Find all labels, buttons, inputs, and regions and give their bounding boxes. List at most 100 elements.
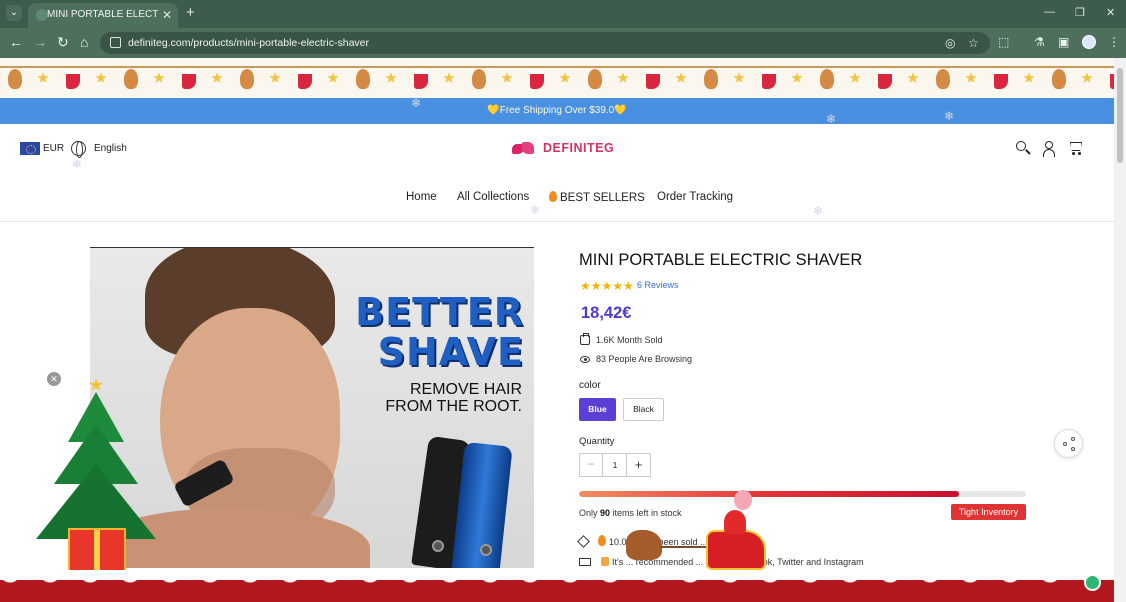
christmas-tree-decoration	[26, 378, 166, 578]
flask-icon[interactable]: ⚗	[1034, 35, 1045, 49]
snowflake-icon: ❄	[813, 204, 824, 218]
star-ornament-icon	[153, 72, 165, 83]
cookie-ornament-icon	[240, 69, 254, 89]
star-ornament-icon	[791, 72, 803, 83]
image-tagline-line1: REMOVE HAIR	[409, 381, 522, 398]
star-ornament-icon	[385, 72, 397, 83]
quantity-increase-button[interactable]: +	[626, 454, 650, 476]
fire-icon	[549, 191, 557, 202]
thumbs-up-icon	[601, 557, 609, 566]
eu-flag-icon[interactable]	[20, 142, 40, 155]
nav-best-sellers[interactable]: BEST SELLERS	[549, 191, 645, 204]
cookie-ornament-icon	[704, 69, 718, 89]
bottom-festive-border	[0, 572, 1114, 602]
back-icon[interactable]: ←	[9, 34, 23, 50]
window-close-icon[interactable]: ✕	[1106, 6, 1115, 19]
fire-icon	[598, 535, 606, 546]
language-selector[interactable]: English	[94, 143, 127, 154]
quantity-label: Quantity	[579, 436, 615, 447]
image-headline-line1: BETTER	[355, 290, 524, 334]
cookie-ornament-icon	[588, 69, 602, 89]
image-tagline-line2: FROM THE ROOT.	[385, 398, 522, 415]
star-ornament-icon	[733, 72, 745, 83]
menu-kebab-icon[interactable]: ⋮	[1108, 35, 1120, 49]
cart-icon[interactable]	[1068, 140, 1084, 156]
new-tab-button[interactable]: +	[186, 4, 195, 21]
month-sold-text: 1.6K Month Sold	[596, 335, 663, 345]
quantity-decrease-button[interactable]: −	[580, 454, 603, 476]
rating-stars-icon: ★★★★★	[580, 279, 634, 293]
scrollbar-thumb[interactable]	[1117, 68, 1123, 163]
profile-avatar[interactable]	[1082, 35, 1096, 49]
currency-selector[interactable]: EUR	[43, 143, 64, 154]
star-ornament-icon	[327, 72, 339, 83]
tab-close-icon[interactable]: ✕	[162, 8, 172, 22]
color-option-blue[interactable]: Blue	[579, 398, 616, 421]
quantity-input[interactable]: 1	[603, 454, 627, 476]
star-ornament-icon	[965, 72, 977, 83]
home-icon[interactable]: ⌂	[80, 34, 88, 50]
image-headline: BETTER SHAVE	[355, 292, 524, 372]
snowflake-icon: ❄	[72, 157, 83, 171]
star-ornament-icon	[269, 72, 281, 83]
sock-ornament-icon	[646, 69, 660, 89]
cookie-ornament-icon	[124, 69, 138, 89]
reviews-link[interactable]: 6 Reviews	[637, 280, 679, 290]
eye-off-icon[interactable]: ◎	[945, 36, 955, 50]
nav-order-tracking[interactable]: Order Tracking	[657, 191, 733, 203]
sock-ornament-icon	[182, 69, 196, 89]
color-option-label: color	[579, 380, 601, 391]
browser-toolbar: ← → ↻ ⌂ definiteg.com/products/mini-port…	[0, 28, 1126, 58]
reload-icon[interactable]: ↻	[57, 34, 69, 51]
brand-logo-icon[interactable]	[512, 142, 536, 155]
eye-icon	[580, 356, 590, 363]
page-scrollbar[interactable]	[1114, 58, 1126, 602]
christmas-garland	[0, 58, 1126, 98]
star-ornament-icon	[849, 72, 861, 83]
tight-inventory-badge: Tight Inventory	[951, 504, 1026, 520]
color-option-black[interactable]: Black	[623, 398, 664, 421]
nav-best-sellers-label: BEST SELLERS	[560, 192, 645, 204]
minimize-icon[interactable]: —	[1044, 6, 1055, 18]
brand-logo[interactable]: DEFINITEG	[543, 141, 614, 155]
cookie-ornament-icon	[472, 69, 486, 89]
image-headline-line2: SHAVE	[377, 330, 524, 374]
close-decoration-icon[interactable]: ✕	[47, 372, 61, 386]
snowflake-icon: ❄	[530, 203, 541, 217]
star-ornament-icon	[1023, 72, 1035, 83]
tab-title: MINI PORTABLE ELECTRIC SHAVER	[47, 9, 159, 20]
announcement-text: 💛Free Shipping Over $39.0💛	[487, 105, 627, 116]
star-ornament-icon	[211, 72, 223, 83]
tab-search-chevron-icon[interactable]: ⌄	[6, 5, 22, 21]
globe-icon[interactable]	[71, 140, 86, 158]
cookie-ornament-icon	[1052, 69, 1066, 89]
cookie-ornament-icon	[820, 69, 834, 89]
address-bar[interactable]: definiteg.com/products/mini-portable-ele…	[100, 32, 990, 54]
cookie-ornament-icon	[936, 69, 950, 89]
quantity-stepper: − 1 +	[579, 453, 651, 477]
cookie-ornament-icon	[8, 69, 22, 89]
star-ornament-icon	[559, 72, 571, 83]
search-icon[interactable]	[1015, 140, 1031, 156]
bookmark-star-icon[interactable]: ☆	[968, 36, 979, 50]
site-info-icon[interactable]	[110, 37, 121, 48]
snowflake-icon: ❄	[826, 112, 837, 126]
extensions-icon[interactable]: ⬚	[998, 35, 1009, 49]
url-text[interactable]: definiteg.com/products/mini-portable-ele…	[128, 37, 369, 49]
side-panel-icon[interactable]: ▣	[1058, 35, 1069, 49]
share-button[interactable]	[1054, 429, 1083, 458]
forward-icon[interactable]: →	[33, 34, 47, 50]
account-icon[interactable]	[1041, 140, 1057, 157]
browsing-count-text: 83 People Are Browsing	[596, 354, 693, 364]
image-tagline: REMOVE HAIR FROM THE ROOT.	[385, 381, 522, 415]
product-title: MINI PORTABLE ELECTRIC SHAVER	[579, 251, 863, 269]
santa-sleigh-decoration	[616, 490, 786, 580]
nav-home[interactable]: Home	[406, 191, 437, 203]
nav-all-collections[interactable]: All Collections	[457, 191, 529, 203]
header-divider	[0, 221, 1114, 222]
sock-ornament-icon	[530, 69, 544, 89]
stock-prefix: Only	[579, 508, 601, 518]
chat-widget-icon[interactable]	[1084, 574, 1101, 591]
maximize-icon[interactable]: ❐	[1075, 6, 1085, 19]
browser-tab[interactable]: MINI PORTABLE ELECTRIC SHAVER ✕	[28, 3, 178, 28]
